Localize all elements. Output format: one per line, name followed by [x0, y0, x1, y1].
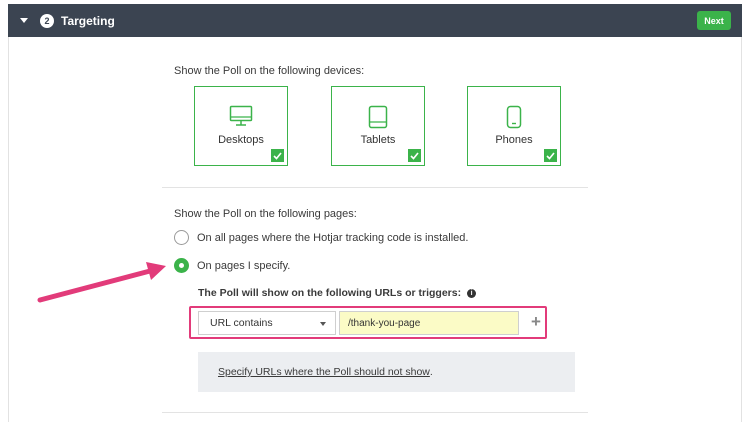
annotation-arrow-icon: [37, 262, 166, 303]
